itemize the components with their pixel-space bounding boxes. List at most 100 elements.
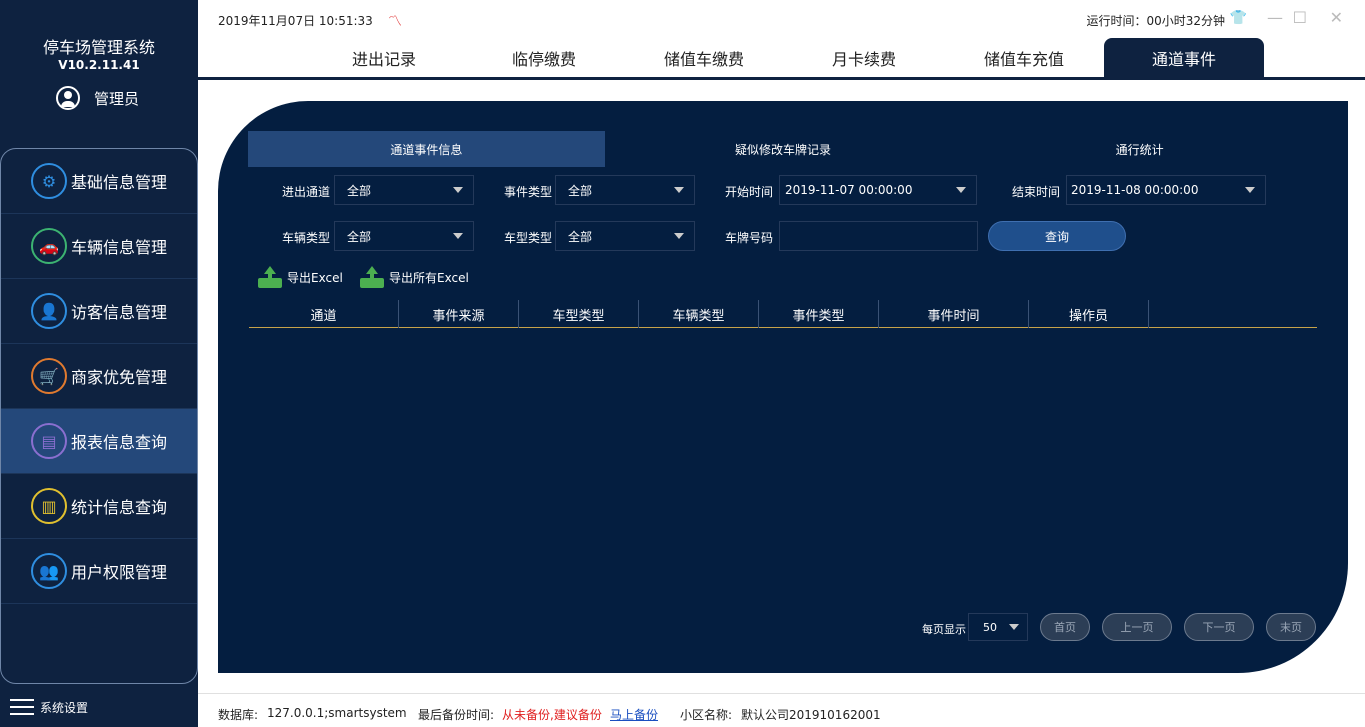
chevron-down-icon — [956, 187, 966, 193]
community-value: 默认公司201910162001 — [741, 708, 881, 722]
page-size-label: 每页显示 — [922, 623, 966, 636]
column-header[interactable]: 通道 — [249, 300, 399, 328]
subtab-channel-event-info[interactable]: 通道事件信息 — [248, 131, 605, 167]
title-bar: 2019年11月07日 10:51:33 〽 运行时间：00小时32分钟 👕 —… — [198, 0, 1365, 38]
car-model-label: 车型类型 — [504, 231, 553, 245]
page-size-select[interactable]: 50 — [968, 613, 1028, 641]
user-profile[interactable]: 管理员 — [56, 86, 139, 110]
sidebar: 停车场管理系统 V10.2.11.41 管理员 ⚙ 基础信息管理 🚗 车辆信息管… — [0, 0, 198, 727]
line-chart-icon[interactable]: 〽 — [388, 11, 402, 31]
tab-channel-events[interactable]: 通道事件 — [1104, 38, 1264, 77]
channel-select[interactable]: 全部 — [334, 175, 474, 205]
column-header[interactable]: 操作员 — [1029, 300, 1149, 328]
chevron-down-icon — [1009, 624, 1019, 630]
runtime-display: 运行时间：00小时32分钟 — [1086, 14, 1225, 28]
app-version: V10.2.11.41 — [58, 58, 140, 72]
column-header[interactable]: 事件时间 — [879, 300, 1029, 328]
content-panel: 通道事件信息 疑似修改车牌记录 通行统计 进出通道 全部 事件类型 全部 开始时… — [218, 101, 1348, 673]
close-icon[interactable]: ✕ — [1330, 8, 1343, 27]
sliders-icon — [10, 697, 34, 717]
column-header[interactable]: 车辆类型 — [639, 300, 759, 328]
end-time-picker[interactable]: 2019-11-08 00:00:00 — [1066, 175, 1266, 205]
skin-icon[interactable]: 👕 — [1230, 10, 1247, 26]
current-datetime: 2019年11月07日 10:51:33 — [218, 14, 373, 28]
last-page-button[interactable]: 末页 — [1266, 613, 1316, 641]
community-label: 小区名称: — [680, 708, 733, 722]
cart-icon: 🛒 — [31, 358, 67, 394]
prev-page-button[interactable]: 上一页 — [1102, 613, 1172, 641]
upload-icon — [360, 266, 384, 288]
end-time-label: 结束时间 — [1012, 185, 1061, 199]
upload-icon — [258, 266, 282, 288]
subtab-traffic-statistics[interactable]: 通行统计 — [961, 131, 1318, 167]
sidebar-item-visitor-info[interactable]: 👤 访客信息管理 — [1, 279, 197, 344]
tab-stored-value-payment[interactable]: 储值车缴费 — [624, 38, 784, 77]
channel-label: 进出通道 — [282, 185, 331, 199]
next-page-button[interactable]: 下一页 — [1184, 613, 1254, 641]
export-excel-button[interactable]: 导出Excel — [258, 266, 343, 288]
query-button[interactable]: 查询 — [988, 221, 1126, 251]
event-type-select[interactable]: 全部 — [555, 175, 695, 205]
main-tabs: 进出记录 临停缴费 储值车缴费 月卡续费 储值车充值 通道事件 — [198, 38, 1365, 80]
vehicle-type-select[interactable]: 全部 — [334, 221, 474, 251]
sidebar-item-statistics-query[interactable]: ▥ 统计信息查询 — [1, 474, 197, 539]
visitor-icon: 👤 — [31, 293, 67, 329]
tab-stored-value-recharge[interactable]: 储值车充值 — [944, 38, 1104, 77]
system-settings-button[interactable]: 系统设置 — [10, 697, 88, 717]
subtab-suspected-plate-change[interactable]: 疑似修改车牌记录 — [605, 131, 962, 167]
sidebar-item-label: 车辆信息管理 — [71, 238, 168, 257]
plate-number-label: 车牌号码 — [725, 231, 774, 245]
bar-chart-icon: ▥ — [31, 488, 67, 524]
sidebar-item-label: 访客信息管理 — [71, 303, 168, 322]
column-header[interactable]: 事件来源 — [399, 300, 519, 328]
chevron-down-icon — [453, 187, 463, 193]
sidebar-item-label: 基础信息管理 — [71, 173, 168, 192]
status-bar: 数据库: 127.0.0.1;smartsystem 最后备份时间: 从未备份,… — [198, 693, 1365, 727]
tab-monthly-renewal[interactable]: 月卡续费 — [784, 38, 944, 77]
sidebar-item-merchant-discount[interactable]: 🛒 商家优免管理 — [1, 344, 197, 409]
export-all-excel-button[interactable]: 导出所有Excel — [360, 266, 469, 288]
database-label: 数据库: — [218, 708, 259, 722]
tab-entry-exit-records[interactable]: 进出记录 — [304, 38, 464, 77]
sidebar-item-basic-info[interactable]: ⚙ 基础信息管理 — [1, 149, 197, 214]
report-icon: ▤ — [31, 423, 67, 459]
event-type-label: 事件类型 — [504, 185, 553, 199]
sidebar-item-label: 用户权限管理 — [71, 563, 168, 582]
column-header[interactable]: 事件类型 — [759, 300, 879, 328]
sub-tabs: 通道事件信息 疑似修改车牌记录 通行统计 — [248, 131, 1318, 167]
chevron-down-icon — [674, 187, 684, 193]
user-name: 管理员 — [94, 89, 140, 108]
chevron-down-icon — [1245, 187, 1255, 193]
database-value: 127.0.0.1;smartsystem — [267, 706, 407, 720]
minimize-icon[interactable]: — — [1267, 8, 1283, 27]
backup-status: 从未备份,建议备份 — [502, 708, 602, 722]
gear-icon: ⚙ — [31, 163, 67, 199]
backup-label: 最后备份时间: — [418, 708, 495, 722]
sidebar-item-label: 统计信息查询 — [71, 498, 168, 517]
users-icon: 👥 — [31, 553, 67, 589]
chevron-down-icon — [674, 233, 684, 239]
app-title: 停车场管理系统 — [42, 38, 155, 57]
start-time-picker[interactable]: 2019-11-07 00:00:00 — [779, 175, 977, 205]
sidebar-item-label: 商家优免管理 — [71, 368, 168, 387]
events-table-header: 通道 事件来源 车型类型 车辆类型 事件类型 事件时间 操作员 — [249, 300, 1317, 328]
sidebar-item-vehicle-info[interactable]: 🚗 车辆信息管理 — [1, 214, 197, 279]
sidebar-item-report-query[interactable]: ▤ 报表信息查询 — [1, 409, 197, 474]
sidebar-menu: ⚙ 基础信息管理 🚗 车辆信息管理 👤 访客信息管理 🛒 商家优免管理 ▤ 报表… — [0, 148, 198, 684]
sidebar-item-label: 报表信息查询 — [71, 433, 168, 452]
start-time-label: 开始时间 — [725, 185, 774, 199]
plate-number-input[interactable] — [779, 221, 978, 251]
vehicle-type-label: 车辆类型 — [282, 231, 331, 245]
column-header — [1149, 300, 1317, 328]
sidebar-item-user-permissions[interactable]: 👥 用户权限管理 — [1, 539, 197, 604]
tab-temporary-payment[interactable]: 临停缴费 — [464, 38, 624, 77]
car-model-select[interactable]: 全部 — [555, 221, 695, 251]
car-icon: 🚗 — [31, 228, 67, 264]
first-page-button[interactable]: 首页 — [1040, 613, 1090, 641]
chevron-down-icon — [453, 233, 463, 239]
maximize-icon[interactable]: ☐ — [1293, 8, 1307, 27]
user-icon — [56, 86, 80, 110]
column-header[interactable]: 车型类型 — [519, 300, 639, 328]
backup-now-link[interactable]: 马上备份 — [610, 706, 658, 723]
system-settings-label: 系统设置 — [40, 700, 89, 715]
